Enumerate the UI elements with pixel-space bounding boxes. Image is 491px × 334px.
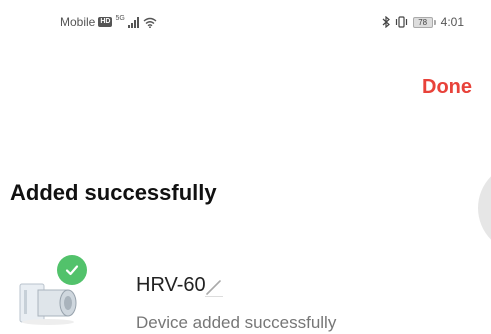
status-left: Mobile HD 5G (60, 15, 157, 29)
signal-icon (127, 16, 139, 28)
device-name: HRV-60 (136, 274, 206, 296)
battery-tip (433, 19, 436, 25)
device-list-item: HRV-60 Device added successfully (0, 255, 491, 334)
page-title: Added successfully (10, 180, 217, 205)
status-bar: Mobile HD 5G 78 4:01 (0, 0, 491, 44)
network-type-label: 5G (115, 14, 125, 22)
check-icon (57, 255, 87, 285)
battery-icon: 78 (412, 16, 436, 28)
status-right: 78 4:01 (382, 15, 464, 29)
floating-edge-button[interactable] (478, 163, 491, 253)
carrier-label: Mobile (60, 15, 96, 29)
screen: Mobile HD 5G 78 4:01 Done Added successf… (0, 0, 491, 334)
battery-level: 78 (412, 16, 433, 28)
device-status-text: Device added successfully (136, 313, 337, 332)
vibrate-icon (395, 16, 407, 28)
hd-badge: HD (98, 17, 113, 27)
edit-pencil-icon[interactable] (203, 276, 225, 298)
bluetooth-icon (382, 16, 390, 28)
done-button[interactable]: Done (422, 76, 472, 99)
clock: 4:01 (440, 15, 464, 29)
wifi-icon (143, 17, 157, 28)
